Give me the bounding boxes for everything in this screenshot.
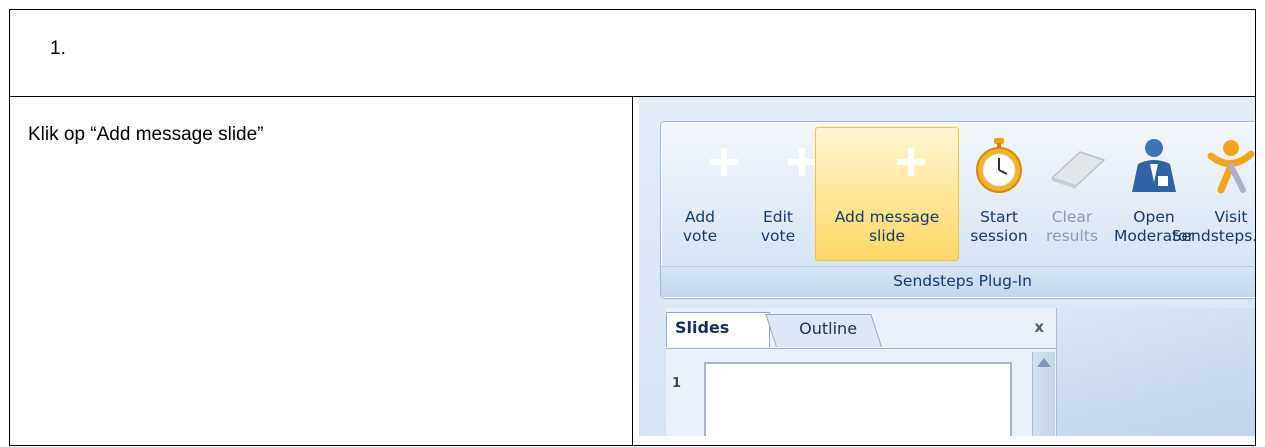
- sendsteps-ribbon-group: Add vote Edit vote Add message slide Sta…: [660, 121, 1255, 299]
- ribbon-group-label: Sendsteps Plug-In: [661, 266, 1255, 297]
- button-label-line1: Add message: [834, 208, 940, 226]
- powerpoint-screenshot: Add vote Edit vote Add message slide Sta…: [639, 97, 1255, 436]
- tab-outline[interactable]: Outline: [765, 314, 882, 347]
- add-vote-button[interactable]: Add vote: [669, 127, 731, 261]
- step-header-cell: 1.: [9, 9, 1256, 97]
- plus-orange-icon: [752, 138, 804, 190]
- stopwatch-icon: [973, 138, 1025, 193]
- edit-vote-button[interactable]: Edit vote: [747, 127, 809, 261]
- tab-outline-label: Outline: [799, 319, 858, 338]
- button-label-line2: Sendsteps.com: [1171, 227, 1255, 245]
- pane-tabs: Slides Outline x: [666, 308, 1056, 349]
- button-label-line2: slide: [868, 227, 906, 245]
- plus-orange-icon: [674, 138, 726, 190]
- instruction-text: Klik op “Add message slide”: [28, 124, 264, 145]
- button-label-line1: Open: [1133, 208, 1175, 226]
- instruction-cell: Klik op “Add message slide”: [9, 96, 633, 446]
- slides-pane: Slides Outline x 1: [666, 308, 1057, 436]
- slide-editing-area: [1057, 308, 1255, 436]
- sendsteps-logo-icon: [1205, 138, 1255, 194]
- button-label-line2: session: [970, 227, 1028, 245]
- add-message-slide-button[interactable]: Add message slide: [815, 127, 959, 261]
- slide-thumbnail[interactable]: [704, 362, 1012, 436]
- button-label-line2: vote: [760, 227, 796, 245]
- button-label-line2: vote: [682, 227, 718, 245]
- scroll-up-arrow-icon[interactable]: [1037, 358, 1051, 367]
- eraser-icon: [1046, 138, 1106, 190]
- button-label-line1: Start: [980, 208, 1018, 226]
- tab-slides[interactable]: Slides: [666, 312, 770, 347]
- button-label-line1: Clear: [1051, 208, 1093, 226]
- screenshot-cell: Add vote Edit vote Add message slide Sta…: [632, 96, 1256, 446]
- button-label-line1: Add: [684, 208, 715, 226]
- close-icon[interactable]: x: [1034, 318, 1044, 336]
- pane-scrollbar[interactable]: [1032, 352, 1055, 436]
- button-label-line1: Visit: [1214, 208, 1248, 226]
- moderator-person-icon: [1128, 138, 1180, 192]
- instruction-table: 1. Klik op “Add message slide” Add vote …: [9, 9, 1256, 446]
- visit-sendsteps-button[interactable]: Visit Sendsteps.com: [1172, 127, 1255, 261]
- step-number: 1.: [50, 38, 66, 59]
- plus-blue-icon: [861, 138, 913, 190]
- button-label-line1: Edit: [762, 208, 794, 226]
- button-label-line2: results: [1046, 227, 1098, 245]
- clear-results-button[interactable]: Clear results: [1037, 127, 1107, 261]
- slide-number: 1: [672, 376, 682, 391]
- start-session-button[interactable]: Start session: [961, 127, 1037, 261]
